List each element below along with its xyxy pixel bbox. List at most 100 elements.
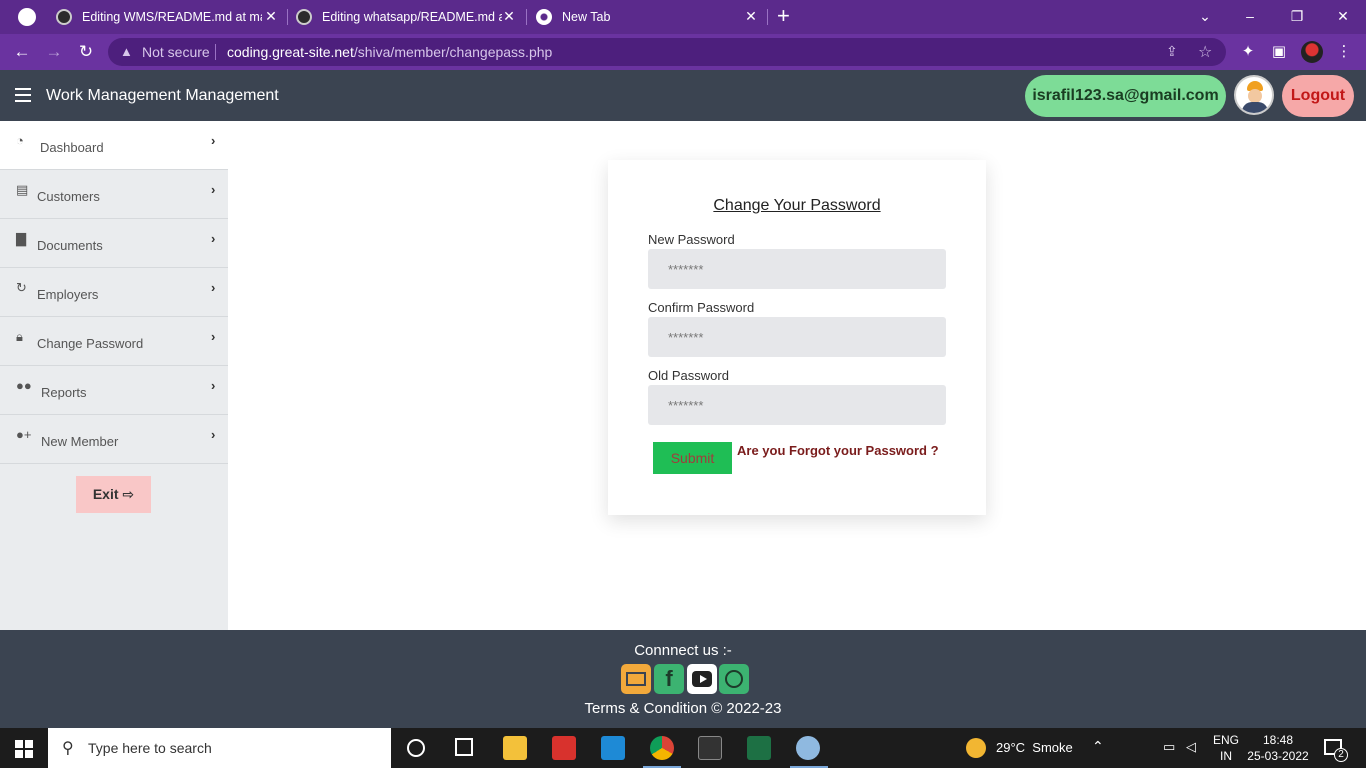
forward-icon[interactable]: → [44, 42, 64, 62]
weather-text[interactable]: 29°C Smoke [996, 740, 1073, 755]
email-icon[interactable] [621, 664, 651, 694]
hamburger-menu-icon[interactable] [15, 88, 31, 102]
volume-muted-icon[interactable]: ◁ [1186, 739, 1196, 755]
tab-new-tab[interactable]: New Tab ✕ [536, 0, 766, 34]
sidebar-item-label: Reports [41, 385, 87, 400]
taskbar-search-box[interactable]: ⚲ Type here to search [48, 728, 391, 768]
sidebar-item-dashboard[interactable]: ◔ Dashboard › [0, 121, 228, 170]
paint-icon[interactable] [796, 736, 820, 760]
clock-date: 25-03-2022 [1247, 749, 1309, 763]
chevron-right-icon: › [211, 133, 216, 148]
search-placeholder: Type here to search [88, 740, 212, 756]
github-icon [296, 9, 312, 25]
sidebar-item-label: Customers [37, 189, 100, 204]
network-icon[interactable]: ▭ [1163, 739, 1175, 755]
terms-copyright[interactable]: Terms & Condition © 2022-23 [0, 700, 1366, 717]
terminal-icon[interactable] [698, 736, 722, 760]
sign-out-icon: ⇨ [122, 486, 135, 502]
user-avatar[interactable] [1234, 75, 1274, 115]
chevron-right-icon: › [211, 427, 216, 442]
chevron-right-icon: › [211, 231, 216, 246]
notification-count-badge: 2 [1334, 748, 1348, 762]
tab-title: New Tab [562, 10, 611, 24]
tab-separator [287, 9, 288, 25]
clock-time: 18:48 [1262, 733, 1294, 747]
excel-icon[interactable] [747, 736, 771, 760]
browser-menu-icon[interactable] [18, 8, 36, 26]
new-tab-button[interactable]: + [777, 4, 790, 28]
tab-editing-whatsapp[interactable]: Editing whatsapp/README.md at ✕ [296, 0, 524, 34]
url-host: coding.great-site.net [227, 44, 354, 60]
address-bar[interactable]: ▲ Not secure coding.great-site.net/shiva… [108, 38, 1226, 66]
facebook-icon[interactable]: f [654, 664, 684, 694]
vscode-icon[interactable] [601, 736, 625, 760]
weather-icon[interactable] [966, 738, 986, 758]
logout-button[interactable]: Logout [1282, 75, 1354, 117]
sidebar-item-reports[interactable]: ●● Reports › [0, 366, 228, 415]
exit-label: Exit [92, 486, 119, 502]
github-icon [56, 9, 72, 25]
chevron-right-icon: › [211, 329, 216, 344]
sidebar-item-label: Dashboard [40, 140, 104, 155]
cortana-icon[interactable] [407, 739, 425, 757]
whatsapp-icon[interactable] [719, 664, 749, 694]
sidebar-item-employers[interactable]: ↻ Employers › [0, 268, 228, 317]
lang-region: IN [1220, 749, 1232, 763]
app-header: Work Management Management israfil123.sa… [0, 70, 1366, 121]
back-icon[interactable]: ← [12, 42, 32, 62]
minimize-icon[interactable]: – [1240, 6, 1260, 26]
not-secure-label[interactable]: Not secure [142, 44, 210, 60]
reload-icon[interactable]: ↻ [76, 42, 96, 62]
confirm-password-label: Confirm Password [648, 300, 755, 315]
chevron-right-icon: › [211, 280, 216, 295]
new-password-input[interactable] [648, 249, 946, 289]
tab-title: Editing whatsapp/README.md at [322, 10, 502, 24]
close-tab-icon[interactable]: ✕ [502, 9, 516, 23]
url-text[interactable]: coding.great-site.net/shiva/member/chang… [227, 44, 552, 60]
restore-icon[interactable]: ❐ [1287, 6, 1307, 26]
form-title: Change Your Password [713, 197, 881, 214]
url-path: /shiva/member/changepass.php [353, 44, 553, 60]
user-email-badge[interactable]: israfil123.sa@gmail.com [1025, 75, 1226, 117]
sidebar: ◔ Dashboard › ▤ Customers › ▇ Documents … [0, 121, 228, 630]
task-view-icon[interactable] [455, 738, 473, 756]
language-indicator[interactable]: ENG IN [1213, 732, 1239, 764]
extensions-icon[interactable]: ✦ [1238, 42, 1258, 62]
close-tab-icon[interactable]: ✕ [744, 9, 758, 23]
tab-editing-wms[interactable]: Editing WMS/README.md at ma ✕ [56, 0, 286, 34]
users-icon: ●● [16, 378, 32, 393]
file-explorer-icon[interactable] [503, 736, 527, 760]
sidebar-item-label: Change Password [37, 336, 144, 351]
chevron-right-icon: › [211, 378, 216, 393]
exit-button[interactable]: Exit ⇨ [76, 476, 151, 513]
chrome-taskbar-icon[interactable] [650, 736, 674, 760]
new-password-label: New Password [648, 232, 735, 247]
submit-button[interactable]: Submit [653, 442, 732, 474]
tab-search-icon[interactable]: ⌄ [1195, 6, 1215, 26]
close-tab-icon[interactable]: ✕ [264, 9, 278, 23]
divider [215, 44, 216, 60]
close-window-icon[interactable]: ✕ [1333, 6, 1353, 26]
tray-chevron-icon[interactable]: ⌃ [1092, 738, 1104, 755]
share-icon[interactable]: ⇪ [1166, 43, 1178, 60]
youtube-icon[interactable] [687, 664, 717, 694]
bookmark-star-icon[interactable]: ☆ [1198, 42, 1212, 62]
documents-icon: ▇ [16, 231, 26, 246]
confirm-password-input[interactable] [648, 317, 946, 357]
page-footer: Connnect us :- f Terms & Condition © 202… [0, 630, 1366, 728]
app-title: Work Management Management [46, 87, 279, 104]
sidebar-item-documents[interactable]: ▇ Documents › [0, 219, 228, 268]
old-password-input[interactable] [648, 385, 946, 425]
side-panel-icon[interactable]: ▣ [1269, 42, 1289, 62]
old-password-label: Old Password [648, 368, 729, 383]
sidebar-item-new-member[interactable]: ●+ New Member › [0, 415, 228, 464]
more-menu-icon[interactable]: ⋮ [1334, 42, 1354, 62]
wps-office-icon[interactable] [552, 736, 576, 760]
forgot-password-link[interactable]: Are you Forgot your Password ? [737, 443, 939, 458]
lang-code: ENG [1213, 733, 1240, 747]
clock[interactable]: 18:48 25-03-2022 [1246, 732, 1310, 764]
sidebar-item-change-password[interactable]: 🔒︎ Change Password › [0, 317, 228, 366]
sidebar-item-customers[interactable]: ▤ Customers › [0, 170, 228, 219]
profile-avatar[interactable] [1301, 41, 1323, 63]
windows-start-icon[interactable] [15, 740, 33, 758]
